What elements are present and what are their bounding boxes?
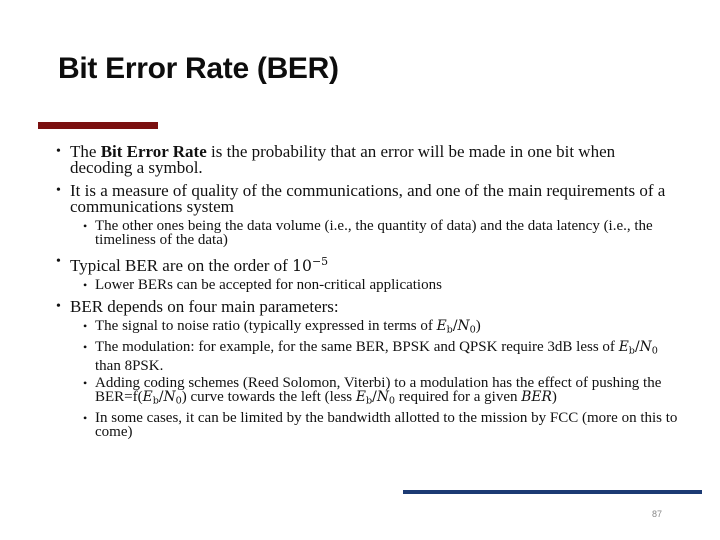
bullet-text: BER depends on four main parameters: — [70, 297, 339, 317]
footer-accent-bar — [403, 490, 702, 494]
bullet-icon: • — [83, 340, 88, 355]
sub-bullet-item: • The other ones being the data volume (… — [82, 218, 680, 248]
math-base: 10 — [292, 256, 312, 276]
math-eb-n0: Eb/N0 — [436, 318, 476, 336]
bullet-item-ber-definition: • The Bit Error Rate is the probability … — [55, 143, 680, 176]
sub-bullet-text: ) curve towards the left (less — [181, 388, 356, 405]
bullet-icon: • — [56, 183, 61, 198]
sub-bullet-coding: • Adding coding schemes (Reed Solomon, V… — [82, 375, 680, 408]
sub-bullet-bandwidth: • In some cases, it can be limited by th… — [82, 410, 680, 441]
bullet-icon: • — [83, 411, 88, 426]
sub-bullet-text: In some cases, it can be limited by the … — [95, 410, 678, 441]
slide-body: • The Bit Error Rate is the probability … — [55, 143, 680, 446]
bullet-icon: • — [56, 254, 61, 269]
bullet-icon: • — [83, 219, 88, 233]
page-number: 87 — [652, 509, 663, 519]
sub-bullet-text: ) — [551, 388, 557, 405]
math-power: 10−5 — [292, 255, 329, 276]
title-accent-bar — [38, 122, 158, 129]
sub-bullet-list: • Lower BERs can be accepted for non-cri… — [70, 277, 680, 294]
sub-bullet-snr: • The signal to noise ratio (typically e… — [82, 319, 680, 337]
math-ber: BER — [521, 388, 552, 405]
math-eb-n0: Eb/N0 — [142, 388, 182, 407]
slide-title: Bit Error Rate (BER) — [58, 52, 339, 85]
bullet-text: Typical BER are on the order of — [70, 256, 293, 276]
sub-bullet-text: The other ones being the data volume (i.… — [95, 218, 653, 248]
math-exponent: −5 — [312, 255, 329, 268]
bullet-icon: • — [56, 299, 61, 315]
bullet-item-quality-measure: • It is a measure of quality of the comm… — [55, 181, 680, 248]
sub-bullet-text: required for a given — [395, 388, 522, 405]
sub-bullet-list: • The signal to noise ratio (typically e… — [70, 319, 680, 441]
sub-bullet-text: than 8PSK. — [95, 357, 164, 374]
bullet-list: • The Bit Error Rate is the probability … — [55, 143, 680, 441]
sub-bullet-text: Lower BERs can be accepted for non-criti… — [95, 277, 442, 294]
math-eb-n0: Eb/N0 — [618, 339, 658, 357]
sub-bullet-text: The modulation: for example, for the sam… — [95, 339, 619, 356]
sub-bullet-text: ) — [475, 318, 481, 335]
bullet-icon: • — [83, 278, 88, 293]
bullet-icon: • — [83, 319, 88, 334]
math-eb-n0: Eb/N0 — [355, 388, 396, 407]
bullet-icon: • — [83, 375, 88, 390]
bullet-text: It is a measure of quality of the commun… — [70, 181, 666, 216]
sub-bullet-list: • The other ones being the data volume (… — [70, 218, 680, 248]
bullet-item-typical-ber: • Typical BER are on the order of 10−5 •… — [55, 254, 680, 294]
sub-bullet-modulation: • The modulation: for example, for the s… — [82, 339, 680, 374]
bullet-item-ber-parameters: • BER depends on four main parameters: •… — [55, 297, 680, 441]
sub-bullet-text: The signal to noise ratio (typically exp… — [95, 318, 437, 335]
sub-bullet-item: • Lower BERs can be accepted for non-cri… — [82, 277, 680, 294]
bullet-icon: • — [56, 144, 61, 159]
